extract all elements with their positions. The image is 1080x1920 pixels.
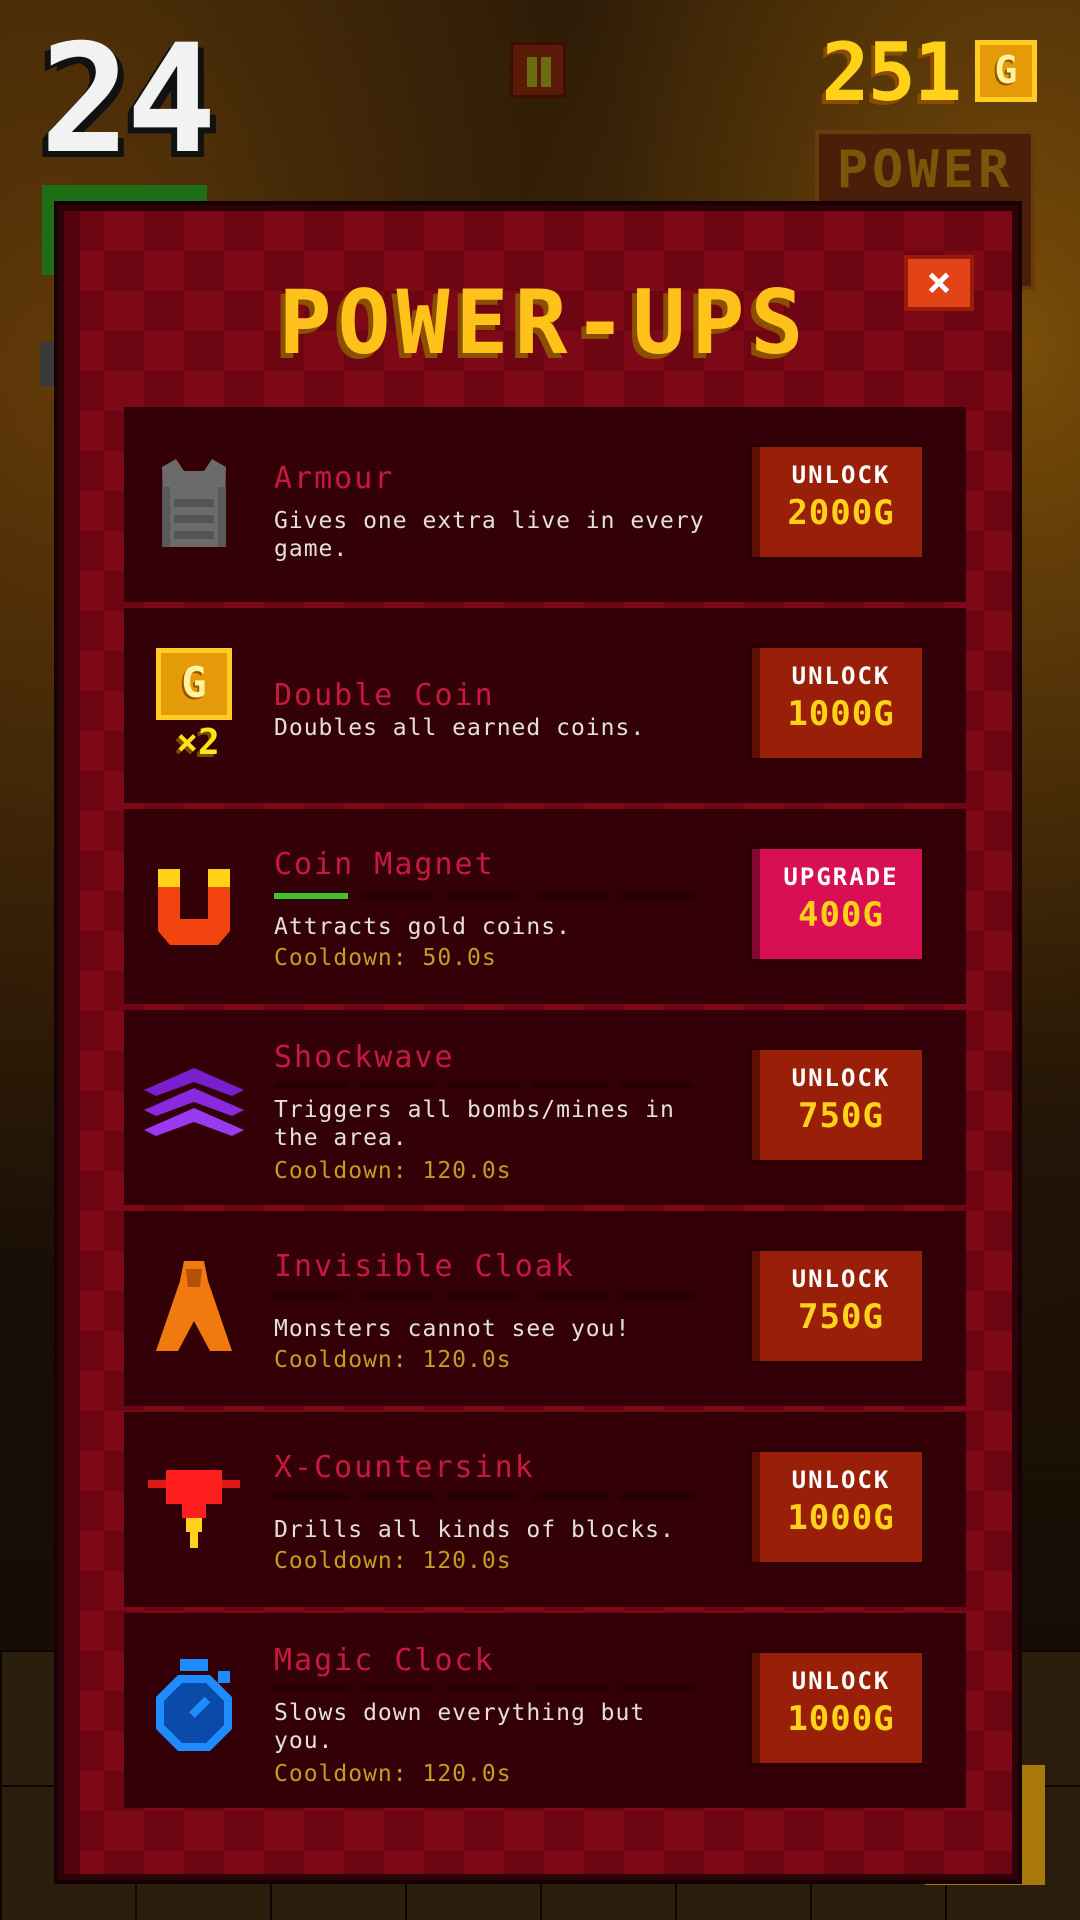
button-price: 1000G: [787, 694, 895, 734]
powerup-cooldown: Cooldown: 120.0s: [274, 1347, 512, 1373]
level-segment: [533, 1685, 608, 1691]
powerup-name: X-Countersink: [274, 1450, 535, 1485]
button-action-label: UNLOCK: [791, 662, 891, 690]
upgrade-button[interactable]: UPGRADE 400G: [752, 849, 922, 959]
powerups-dialog: POWER-UPS × Armour Gives one extra live …: [58, 205, 1018, 1880]
pause-icon: [527, 57, 537, 87]
stopwatch-icon: [144, 1653, 244, 1763]
shockwave-icon: [144, 1050, 244, 1160]
unlock-button[interactable]: UNLOCK 1000G: [752, 1452, 922, 1562]
powerup-cooldown: Cooldown: 120.0s: [274, 1158, 512, 1184]
powerup-description: Slows down everything but you.: [274, 1700, 646, 1754]
armour-vest-icon: [144, 447, 244, 557]
button-action-label: UNLOCK: [791, 461, 891, 489]
button-price: 2000G: [787, 493, 895, 533]
powerup-name: Armour: [274, 461, 395, 496]
unlock-button[interactable]: UNLOCK 750G: [752, 1251, 922, 1361]
level-segment: [360, 1494, 435, 1500]
level-segment: [533, 893, 608, 899]
dialog-title: POWER-UPS: [278, 271, 810, 374]
powerup-item-double-coin: G ×2 Double Coin Doubles all earned coin…: [124, 608, 966, 803]
powerup-name: Magic Clock: [274, 1643, 495, 1678]
magnet-icon: [144, 849, 244, 959]
powerup-name: Invisible Cloak: [274, 1249, 575, 1284]
unlock-button[interactable]: UNLOCK 1000G: [752, 648, 922, 758]
multiplier-badge: ×2: [176, 722, 220, 763]
cloak-icon: [144, 1251, 244, 1361]
button-action-label: UNLOCK: [791, 1667, 891, 1695]
powerup-description: Triggers all bombs/mines in the area.: [274, 1097, 675, 1151]
pause-button[interactable]: [510, 42, 566, 98]
powerup-cooldown: Cooldown: 50.0s: [274, 945, 497, 971]
level-segment: [619, 1685, 695, 1691]
powerup-item-magic-clock: Magic Clock Slows down everything but yo…: [124, 1613, 966, 1808]
unlock-button[interactable]: UNLOCK 1000G: [752, 1653, 922, 1763]
level-segment: [274, 1293, 349, 1299]
score-counter: 24: [40, 13, 217, 187]
level-segment: [446, 1494, 522, 1500]
level-segment: [446, 1082, 522, 1088]
level-segment: [360, 1685, 435, 1691]
level-segment: [619, 1293, 695, 1299]
powerup-item-x-countersink: X-Countersink Drills all kinds of blocks…: [124, 1412, 966, 1607]
level-segment: [533, 1082, 608, 1088]
level-segment: [533, 1494, 608, 1500]
close-button[interactable]: ×: [904, 255, 974, 311]
unlock-button[interactable]: UNLOCK 2000G: [752, 447, 922, 557]
powerup-name: Shockwave: [274, 1040, 455, 1075]
powerup-description: Gives one extra live in every game.: [274, 508, 705, 562]
level-segment: [619, 1082, 695, 1088]
level-segment: [360, 1082, 435, 1088]
powerup-cooldown: Cooldown: 120.0s: [274, 1548, 512, 1574]
button-action-label: UPGRADE: [783, 863, 899, 891]
powerup-description: Drills all kinds of blocks.: [274, 1517, 675, 1543]
coin-g-icon: G: [156, 648, 232, 720]
drill-icon: [144, 1452, 244, 1562]
double-coin-icon: G ×2: [144, 648, 244, 763]
level-segment: [274, 893, 349, 899]
button-price: 400G: [798, 895, 884, 935]
powerup-description: Monsters cannot see you!: [274, 1316, 631, 1342]
level-progress: [274, 1685, 695, 1691]
level-segment: [274, 1685, 349, 1691]
button-price: 1000G: [787, 1498, 895, 1538]
powerup-description: Doubles all earned coins.: [274, 715, 646, 741]
button-price: 750G: [798, 1297, 884, 1337]
level-segment: [533, 1293, 608, 1299]
level-progress: [274, 893, 695, 899]
button-action-label: UNLOCK: [791, 1466, 891, 1494]
level-progress: [274, 1494, 695, 1500]
unlock-button[interactable]: UNLOCK 750G: [752, 1050, 922, 1160]
button-action-label: UNLOCK: [791, 1265, 891, 1293]
coin-icon: G: [975, 40, 1037, 102]
level-progress: [274, 1082, 695, 1088]
level-segment: [360, 1293, 435, 1299]
level-progress: [274, 1293, 695, 1299]
button-price: 1000G: [787, 1699, 895, 1739]
level-segment: [446, 893, 522, 899]
level-segment: [619, 893, 695, 899]
level-segment: [360, 893, 435, 899]
level-segment: [446, 1293, 522, 1299]
powerup-item-invisible-cloak: Invisible Cloak Monsters cannot see you!…: [124, 1211, 966, 1406]
button-price: 750G: [798, 1096, 884, 1136]
powerup-description: Attracts gold coins.: [274, 914, 571, 940]
powerup-name: Coin Magnet: [274, 847, 495, 882]
button-action-label: UNLOCK: [791, 1064, 891, 1092]
level-segment: [619, 1494, 695, 1500]
level-segment: [274, 1082, 349, 1088]
level-segment: [446, 1685, 522, 1691]
powerup-cooldown: Cooldown: 120.0s: [274, 1761, 512, 1787]
powerup-name: Double Coin: [274, 678, 495, 713]
powerup-item-shockwave: Shockwave Triggers all bombs/mines in th…: [124, 1010, 966, 1205]
coin-balance: 251: [821, 26, 962, 119]
level-segment: [274, 1494, 349, 1500]
powerup-item-coin-magnet: Coin Magnet Attracts gold coins. Cooldow…: [124, 809, 966, 1004]
powerup-item-armour: Armour Gives one extra live in every gam…: [124, 407, 966, 602]
